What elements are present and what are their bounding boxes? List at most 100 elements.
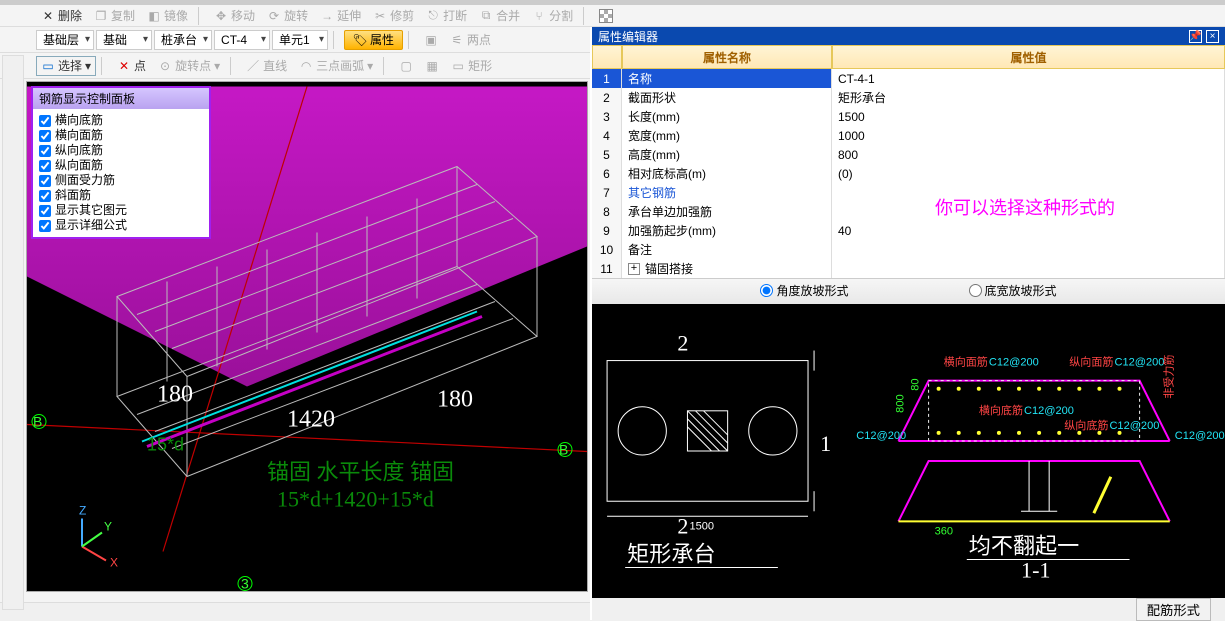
svg-text:Z: Z (79, 504, 86, 518)
svg-text:横向底筋: 横向底筋 (979, 403, 1023, 417)
row-value[interactable]: 1000 (832, 126, 1225, 146)
prop-row-1[interactable]: 1名称CT-4-1 (592, 69, 1225, 88)
toolbar-context: 基础层 基础 桩承台 CT-4 单元1 🏷属性 ▣ ⚟两点 (0, 27, 590, 53)
row-value[interactable] (832, 240, 1225, 260)
prop-grid-header: 属性名称属性值 (592, 45, 1225, 69)
row-value[interactable]: CT-4-1 (832, 69, 1225, 89)
right-pane: 属性编辑器 📌× 属性名称属性值 1名称CT-4-12截面形状矩形承台3长度(m… (592, 27, 1225, 620)
row-value[interactable]: 800 (832, 145, 1225, 165)
toolbar-draw: ▭选择 ▾ ✕点 ⊙旋转点 ▾ ／直线 ◠三点画弧 ▾ ▢ ▦ ▭矩形 (0, 53, 590, 79)
svg-text:180: 180 (437, 387, 473, 413)
dd-unit[interactable]: 单元1 (272, 30, 328, 50)
rotate-button[interactable]: ⟳旋转 (262, 6, 313, 26)
rebar-check-2[interactable]: 纵向底筋 (39, 143, 203, 158)
prop-row-6[interactable]: 6相对底标高(m)(0) (592, 164, 1225, 183)
svg-text:矩形承台: 矩形承台 (627, 542, 715, 567)
svg-text:横向面筋: 横向面筋 (944, 355, 988, 369)
rebar-check-4[interactable]: 侧面受力筋 (39, 173, 203, 188)
radio-width[interactable]: 底宽放坡形式 (969, 282, 1057, 299)
square-button[interactable]: ▢ (394, 56, 418, 76)
row-value[interactable]: 1500 (832, 107, 1225, 127)
row-value[interactable] (832, 202, 1225, 222)
split-button[interactable]: ⑂分割 (527, 6, 578, 26)
svg-text:2: 2 (677, 513, 688, 538)
prop-row-10[interactable]: 10备注 (592, 240, 1225, 259)
rotpoint-button[interactable]: ⊙旋转点 ▾ (153, 56, 225, 76)
axis-b-right: B (559, 442, 568, 458)
rect-button[interactable]: ▭矩形 (446, 56, 497, 76)
rebar-check-7[interactable]: 显示详细公式 (39, 218, 203, 233)
line-button[interactable]: ／直线 (241, 56, 292, 76)
merge-button[interactable]: ⧉合并 (474, 6, 525, 26)
palette-button[interactable] (594, 6, 618, 26)
prop-row-11[interactable]: 11锚固搭接 (592, 259, 1225, 278)
dd-foundation[interactable]: 基础 (96, 30, 152, 50)
prop-row-7[interactable]: 7其它钢筋 (592, 183, 1225, 202)
delete-button[interactable]: ✕删除 (36, 6, 87, 26)
palette-icon (599, 9, 613, 23)
pin-icon[interactable]: 📌 (1189, 30, 1202, 43)
viewport-3d[interactable]: B B 3 (26, 81, 588, 592)
svg-text:C12@200: C12@200 (856, 430, 906, 442)
row-value[interactable] (832, 183, 1225, 203)
point-button[interactable]: ✕点 (112, 56, 151, 76)
right-footer: 配筋形式 (592, 598, 1225, 620)
copy-button[interactable]: ❐复制 (89, 6, 140, 26)
svg-text:360: 360 (935, 525, 953, 537)
row-name: 承台单边加强筋 (622, 202, 832, 222)
slope-mode-row: 角度放坡形式 底宽放坡形式 (592, 278, 1225, 304)
move-button[interactable]: ✥移动 (209, 6, 260, 26)
svg-text:800: 800 (894, 394, 906, 412)
row-index: 4 (592, 126, 622, 146)
rebar-check-1[interactable]: 横向面筋 (39, 128, 203, 143)
rebar-check-3[interactable]: 纵向面筋 (39, 158, 203, 173)
dd-floor[interactable]: 基础层 (36, 30, 94, 50)
statusbar-left (0, 602, 590, 620)
prop-row-3[interactable]: 3长度(mm)1500 (592, 107, 1225, 126)
rebar-form-button[interactable]: 配筋形式 (1136, 598, 1211, 621)
anchor-icon: ⊙ (158, 59, 172, 73)
row-value[interactable]: 40 (832, 221, 1225, 241)
row-value[interactable]: 矩形承台 (832, 88, 1225, 108)
row-value[interactable]: (0) (832, 164, 1225, 184)
svg-text:C12@200: C12@200 (1024, 405, 1074, 417)
row-name: 宽度(mm) (622, 126, 832, 146)
select-button[interactable]: ▭选择 ▾ (36, 56, 96, 76)
radio-angle[interactable]: 角度放坡形式 (760, 282, 848, 299)
two-points-button[interactable]: ⚟两点 (445, 30, 496, 50)
row-value[interactable] (832, 259, 1225, 279)
left-gutter (2, 55, 24, 610)
row-name: 锚固搭接 (622, 259, 832, 279)
row-index: 5 (592, 145, 622, 165)
grid-button[interactable]: ▦ (420, 56, 444, 76)
svg-text:Y: Y (104, 520, 112, 534)
row-name: 相对底标高(m) (622, 164, 832, 184)
left-pane: 基础层 基础 桩承台 CT-4 单元1 🏷属性 ▣ ⚟两点 ▭选择 ▾ ✕点 ⊙… (0, 27, 592, 620)
extend-button[interactable]: →延伸 (315, 6, 366, 26)
rebar-check-6[interactable]: 显示其它图元 (39, 203, 203, 218)
break-button[interactable]: ⎋打断 (421, 6, 472, 26)
attr-button[interactable]: 🏷属性 (344, 30, 403, 50)
dd-ct4[interactable]: CT-4 (214, 30, 270, 50)
svg-text:纵向面筋: 纵向面筋 (1069, 355, 1113, 369)
prop-row-2[interactable]: 2截面形状矩形承台 (592, 88, 1225, 107)
trim-button[interactable]: ✂修剪 (368, 6, 419, 26)
snap1-button[interactable]: ▣ (419, 30, 443, 50)
prop-row-9[interactable]: 9加强筋起步(mm)40 (592, 221, 1225, 240)
rebar-check-0[interactable]: 横向底筋 (39, 113, 203, 128)
arc3-button[interactable]: ◠三点画弧 ▾ (294, 56, 378, 76)
svg-text:1-1: 1-1 (1021, 558, 1050, 583)
svg-text:1500: 1500 (689, 520, 714, 532)
row-name: 高度(mm) (622, 145, 832, 165)
mirror-button[interactable]: ◧镜像 (142, 6, 193, 26)
prop-row-4[interactable]: 4宽度(mm)1000 (592, 126, 1225, 145)
dd-pilecap[interactable]: 桩承台 (154, 30, 212, 50)
diagram-area: 2 2 1 1500 矩形承台 (592, 304, 1225, 598)
rebar-check-5[interactable]: 斜面筋 (39, 188, 203, 203)
svg-text:180: 180 (157, 382, 193, 408)
prop-row-5[interactable]: 5高度(mm)800 (592, 145, 1225, 164)
panel-title: 钢筋显示控制面板 (33, 88, 209, 109)
close-icon[interactable]: × (1206, 30, 1219, 43)
rebar-display-panel[interactable]: 钢筋显示控制面板 横向底筋横向面筋纵向底筋纵向面筋侧面受力筋斜面筋显示其它图元显… (31, 86, 211, 239)
prop-row-8[interactable]: 8承台单边加强筋 (592, 202, 1225, 221)
